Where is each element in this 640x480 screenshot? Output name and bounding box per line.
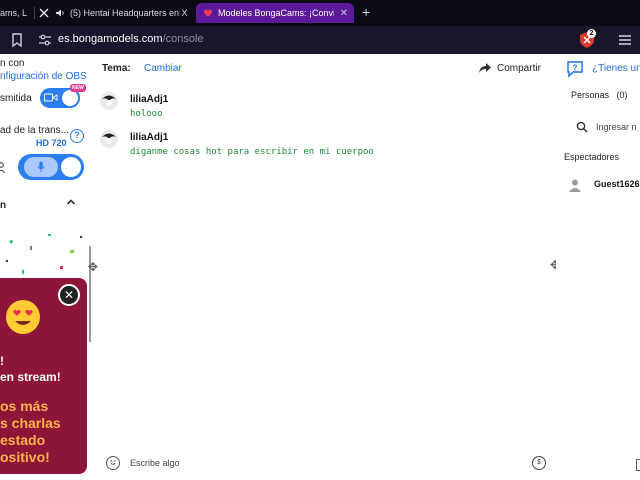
avatar[interactable] — [100, 130, 118, 148]
camera-icon — [44, 93, 58, 104]
browser-tab[interactable]: (5) Hentai Headquarters en X: "H — [38, 3, 188, 23]
url-field[interactable]: es.bongamodels.com/console — [58, 33, 204, 45]
right-users-panel: ? ¿Tienes un p Personas (0) Espectadores… — [556, 54, 640, 480]
help-link[interactable]: ¿Tienes un p — [592, 63, 640, 74]
toggle-knob — [62, 90, 78, 106]
people-search-input[interactable] — [596, 119, 640, 135]
browser-tab[interactable]: ams, L — [0, 3, 30, 23]
toggle-knob — [61, 157, 81, 177]
browser-tab-strip: ams, L (5) Hentai Headquarters en X: "H … — [0, 0, 640, 26]
new-badge: NEW — [70, 84, 86, 92]
quality-label: ad de la trans... — [0, 125, 69, 136]
tab-title: (5) Hentai Headquarters en X: "H — [70, 8, 188, 18]
new-tab-button[interactable]: + — [362, 4, 370, 20]
microphone-toggle[interactable] — [18, 154, 84, 180]
question-chat-icon[interactable]: ? — [566, 60, 584, 78]
bookmark-icon[interactable] — [10, 32, 24, 48]
chat-message-input[interactable] — [130, 454, 510, 472]
microphone-icon — [24, 157, 58, 177]
message-username[interactable]: liliaAdj1 — [130, 132, 168, 143]
connect-text: n con — [0, 58, 25, 69]
avatar[interactable] — [100, 92, 118, 110]
svg-text:?: ? — [573, 64, 578, 73]
person-icon — [0, 162, 5, 177]
spectators-label: Espectadores — [564, 152, 620, 162]
chevron-up-icon[interactable] — [66, 198, 76, 209]
people-count: (0) — [616, 90, 628, 100]
tab-title: ams, L — [0, 8, 28, 18]
heart-eyes-emoji-icon — [6, 300, 40, 334]
quality-value[interactable]: HD 720 — [36, 138, 67, 148]
people-label: Personas — [571, 90, 610, 100]
confetti-decoration — [6, 234, 82, 274]
message-username[interactable]: liliaAdj1 — [130, 94, 168, 105]
emoji-picker-icon[interactable] — [106, 456, 120, 470]
help-icon[interactable]: ? — [70, 129, 84, 143]
search-icon[interactable] — [576, 121, 588, 133]
tab-separator — [34, 7, 35, 19]
x-logo-icon — [38, 7, 50, 19]
tab-title: Modeles BongaCams: ¡Convierte — [218, 8, 334, 18]
address-bar: es.bongamodels.com/console 2 — [0, 26, 640, 54]
promo-headline: ositivo! — [0, 449, 50, 465]
promo-text: ! — [0, 354, 4, 368]
guest-avatar-icon — [569, 179, 581, 192]
bongacams-icon — [202, 7, 214, 19]
theme-label: Tema: — [102, 63, 131, 74]
promo-headline: estado — [0, 432, 46, 448]
transmitted-label: smitida — [0, 93, 32, 104]
people-header: Personas (0) — [571, 90, 628, 100]
promo-headline: os más — [0, 398, 49, 414]
resize-handle-icon[interactable]: ✥ — [88, 260, 98, 274]
browser-tab-active[interactable]: Modeles BongaCams: ¡Convierte ✕ — [196, 3, 354, 23]
url-path: /console — [162, 33, 204, 45]
promo-text: en stream! — [0, 370, 61, 384]
change-theme-link[interactable]: Cambiar — [144, 63, 182, 74]
left-settings-panel: n con nfiguración de OBS smitida NEW ad … — [0, 54, 92, 480]
extension-badge: 2 — [587, 29, 596, 38]
chat-panel: Tema: Cambiar Compartir liliaAdj1 holooo… — [88, 54, 611, 480]
panel-toggle-icon[interactable] — [636, 459, 640, 471]
url-host: es.bongamodels.com — [58, 33, 163, 45]
site-settings-icon[interactable] — [38, 34, 52, 46]
message-text: diganme cosas hot para escribir en mi cu… — [130, 147, 374, 157]
message-text: holooo — [130, 109, 163, 119]
obs-config-link[interactable]: nfiguración de OBS — [0, 71, 87, 82]
promo-headline: s charlas — [0, 415, 61, 431]
spectator-name[interactable]: Guest16265 — [594, 179, 640, 189]
menu-icon[interactable] — [618, 34, 632, 46]
share-icon[interactable] — [478, 62, 492, 74]
share-button[interactable]: Compartir — [497, 63, 541, 74]
tip-icon[interactable]: $ — [532, 456, 546, 470]
close-tab-icon[interactable]: ✕ — [340, 8, 348, 19]
speaker-icon[interactable] — [54, 7, 66, 19]
section-header: n — [0, 200, 7, 211]
promo-banner[interactable]: ✕ ! en stream! os más s charlas estado o… — [0, 278, 87, 474]
close-promo-button[interactable]: ✕ — [58, 284, 80, 306]
